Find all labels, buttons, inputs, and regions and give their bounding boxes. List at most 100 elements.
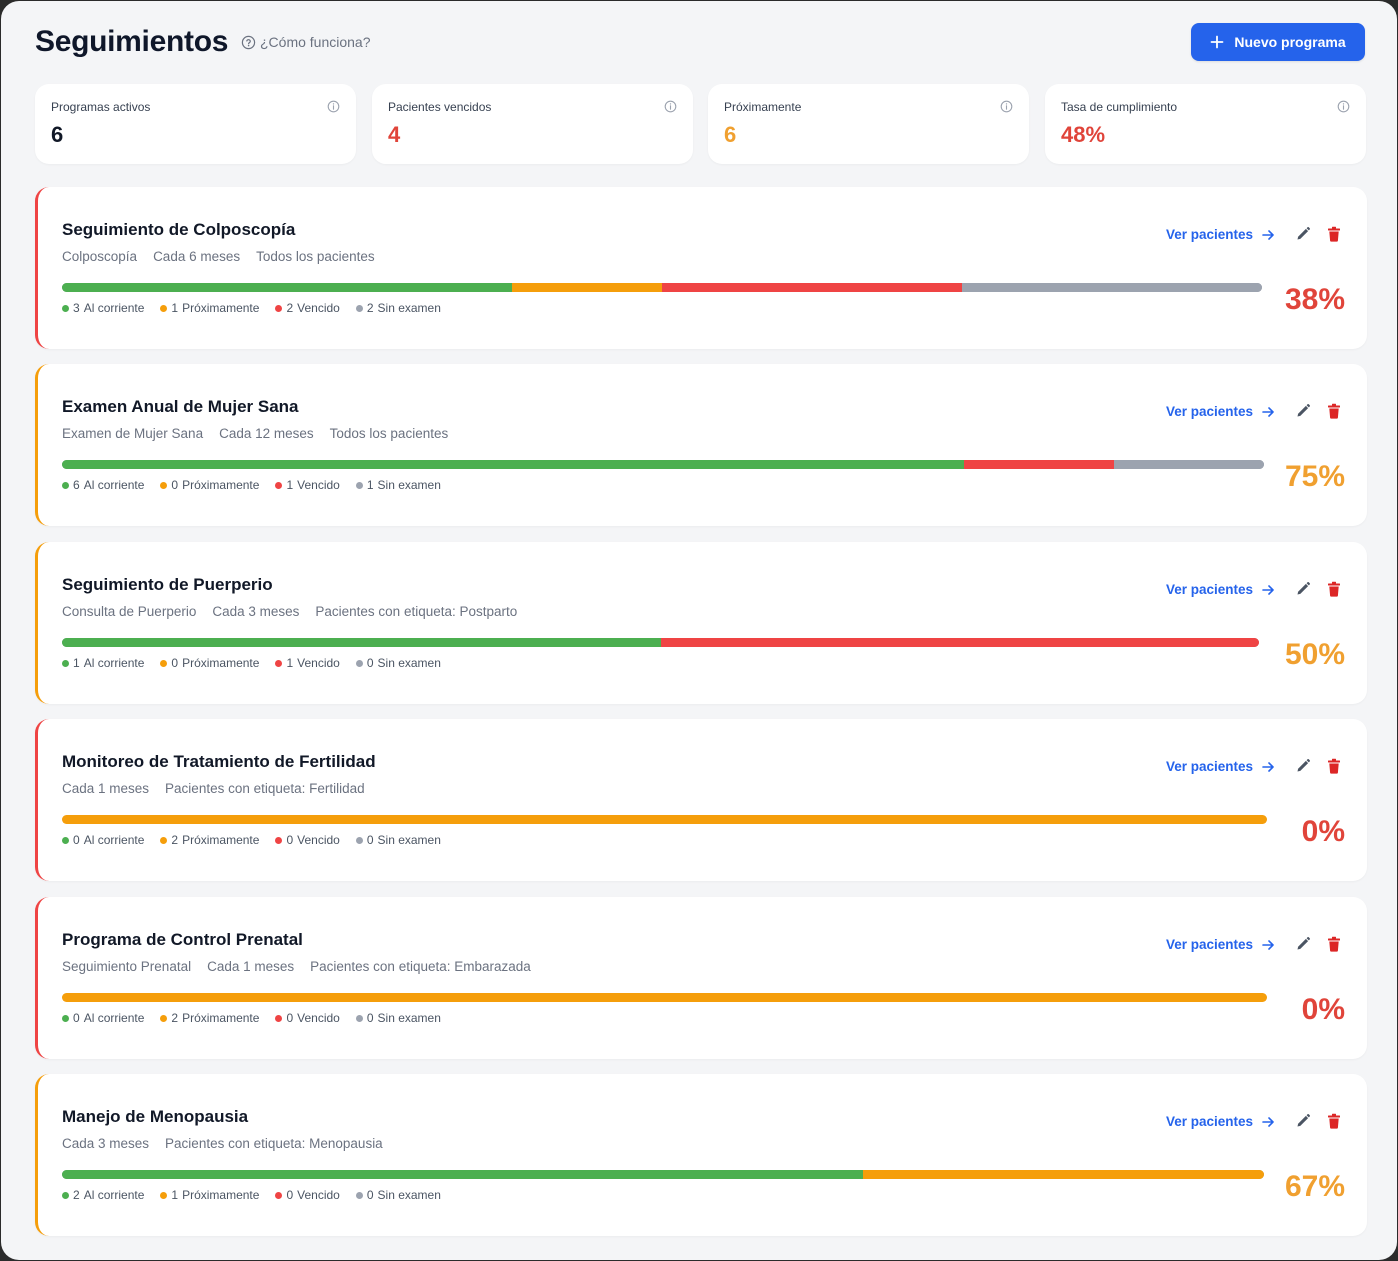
view-patients-link[interactable]: Ver pacientes	[1166, 404, 1275, 419]
edit-button[interactable]	[1295, 403, 1311, 424]
legend-count: 0	[366, 1011, 374, 1025]
compliance-percent: 38%	[1284, 283, 1345, 316]
trash-icon	[1328, 1113, 1340, 1129]
view-patients-link[interactable]: Ver pacientes	[1166, 937, 1275, 952]
legend-count: 3	[73, 301, 80, 315]
page-title: Seguimientos	[35, 25, 229, 58]
stat-info-button[interactable]	[1337, 100, 1350, 118]
edit-button[interactable]	[1295, 936, 1311, 957]
program-title: Manejo de Menopausia	[62, 1107, 249, 1126]
stat-card: Tasa de cumplimiento 48%	[1045, 84, 1366, 164]
legend-item-vencido: 0 Vencido	[275, 1011, 340, 1025]
new-program-button[interactable]: Nuevo programa	[1191, 23, 1365, 61]
program-meta-item: Pacientes con etiqueta: Postparto	[315, 604, 518, 619]
legend-label: Al corriente	[83, 1011, 145, 1025]
program-meta-item: Todos los pacientes	[329, 426, 449, 441]
legend-label: Al corriente	[83, 478, 145, 492]
program-meta-item: Colposcopía	[62, 249, 138, 264]
legend-label: Próximamente	[182, 1011, 260, 1025]
delete-button[interactable]	[1327, 758, 1341, 779]
stat-label: Tasa de cumplimiento	[1061, 100, 1178, 114]
edit-button[interactable]	[1295, 226, 1311, 247]
delete-button[interactable]	[1327, 936, 1341, 957]
progress-bar	[62, 638, 1259, 647]
program-title: Programa de Control Prenatal	[62, 930, 303, 949]
legend-item-al-corriente: 6 Al corriente	[62, 478, 144, 492]
stat-info-button[interactable]	[1000, 100, 1013, 118]
stat-label: Programas activos	[51, 100, 151, 114]
legend-dot	[160, 1191, 168, 1199]
progress-segment-proximamente	[512, 283, 662, 292]
edit-button[interactable]	[1295, 758, 1311, 779]
legend-item-proximamente: 2 Próximamente	[160, 1011, 259, 1025]
legend-label: Al corriente	[83, 833, 145, 847]
page-header: Seguimientos ¿Cómo funciona? Nuevo progr…	[35, 23, 1365, 63]
view-patients-link[interactable]: Ver pacientes	[1166, 759, 1275, 774]
stat-card: Próximamente 6	[708, 84, 1029, 164]
legend-label: Vencido	[297, 301, 340, 315]
view-patients-link[interactable]: Ver pacientes	[1166, 582, 1275, 597]
program-card: Monitoreo de Tratamiento de Fertilidad Ca…	[35, 719, 1367, 881]
legend-item-proximamente: 0 Próximamente	[160, 656, 259, 670]
program-title: Seguimiento de Puerperio	[62, 575, 273, 594]
legend-item-vencido: 0 Vencido	[275, 833, 340, 847]
program-meta: Cada 3 meses Pacientes con etiqueta: Meno…	[62, 1136, 383, 1151]
legend-dot	[275, 304, 283, 312]
progress-bar	[62, 283, 1262, 292]
arrow-right-icon	[1262, 406, 1274, 417]
help-link[interactable]: ¿Cómo funciona?	[241, 34, 371, 50]
compliance-percent: 50%	[1284, 638, 1345, 671]
pencil-icon	[1297, 759, 1310, 772]
program-card: Examen Anual de Mujer Sana Examen de Muje…	[35, 364, 1367, 526]
program-meta-item: Consulta de Puerperio	[62, 604, 197, 619]
progress-segment-proximamente	[863, 1170, 1264, 1179]
legend-item-sin-examen: 0 Sin examen	[355, 1011, 441, 1025]
pencil-icon	[1297, 227, 1310, 240]
stat-info-button[interactable]	[327, 100, 340, 118]
edit-button[interactable]	[1295, 1113, 1311, 1134]
view-patients-link[interactable]: Ver pacientes	[1166, 1114, 1275, 1129]
legend-count: 2	[366, 301, 374, 315]
compliance-percent: 67%	[1284, 1170, 1345, 1203]
program-meta: Cada 1 meses Pacientes con etiqueta: Fert…	[62, 781, 365, 796]
edit-button[interactable]	[1295, 581, 1311, 602]
delete-button[interactable]	[1327, 581, 1341, 602]
stat-info-button[interactable]	[664, 100, 677, 118]
legend-dot	[275, 836, 283, 844]
trash-icon	[1328, 581, 1340, 597]
info-icon	[664, 100, 677, 113]
legend-count: 2	[171, 1011, 179, 1025]
legend-item-vencido: 1 Vencido	[275, 478, 340, 492]
view-patients-label: Ver pacientes	[1165, 1114, 1253, 1129]
legend-item-al-corriente: 1 Al corriente	[62, 656, 144, 670]
progress-segment-sin-examen	[1113, 460, 1264, 469]
view-patients-link[interactable]: Ver pacientes	[1166, 227, 1275, 242]
legend-count: 1	[366, 478, 374, 492]
legend-item-al-corriente: 0 Al corriente	[62, 833, 144, 847]
legend-item-proximamente: 2 Próximamente	[160, 833, 259, 847]
program-meta-item: Cada 1 meses	[207, 959, 295, 974]
legend-count: 2	[286, 301, 294, 315]
legend-item-proximamente: 1 Próximamente	[160, 301, 259, 315]
legend-label: Vencido	[297, 1188, 340, 1202]
legend-item-sin-examen: 0 Sin examen	[355, 1188, 441, 1202]
legend-count: 0	[286, 1188, 294, 1202]
legend-label: Sin examen	[377, 301, 441, 315]
legend-dot	[160, 836, 168, 844]
program-meta-item: Todos los pacientes	[256, 249, 375, 264]
program-meta: Colposcopía Cada 6 meses Todos los pacient…	[62, 249, 375, 264]
program-card: Seguimiento de Colposcopía Colposcopía Cad…	[35, 187, 1367, 349]
delete-button[interactable]	[1327, 226, 1341, 247]
delete-button[interactable]	[1327, 403, 1341, 424]
program-card: Manejo de Menopausia Cada 3 meses Paciente…	[35, 1074, 1367, 1236]
compliance-percent: 75%	[1284, 460, 1345, 493]
legend-label: Al corriente	[83, 656, 145, 670]
stat-card: Pacientes vencidos 4	[372, 84, 693, 164]
legend-label: Al corriente	[83, 301, 145, 315]
stats-row: Programas activos 6 Pacientes vencidos 4 Pró…	[35, 84, 1366, 164]
progress-segment-proximamente	[62, 993, 1267, 1002]
legend-dot	[62, 481, 69, 489]
legend-count: 2	[171, 833, 179, 847]
legend-label: Al corriente	[83, 1188, 145, 1202]
delete-button[interactable]	[1327, 1113, 1341, 1134]
